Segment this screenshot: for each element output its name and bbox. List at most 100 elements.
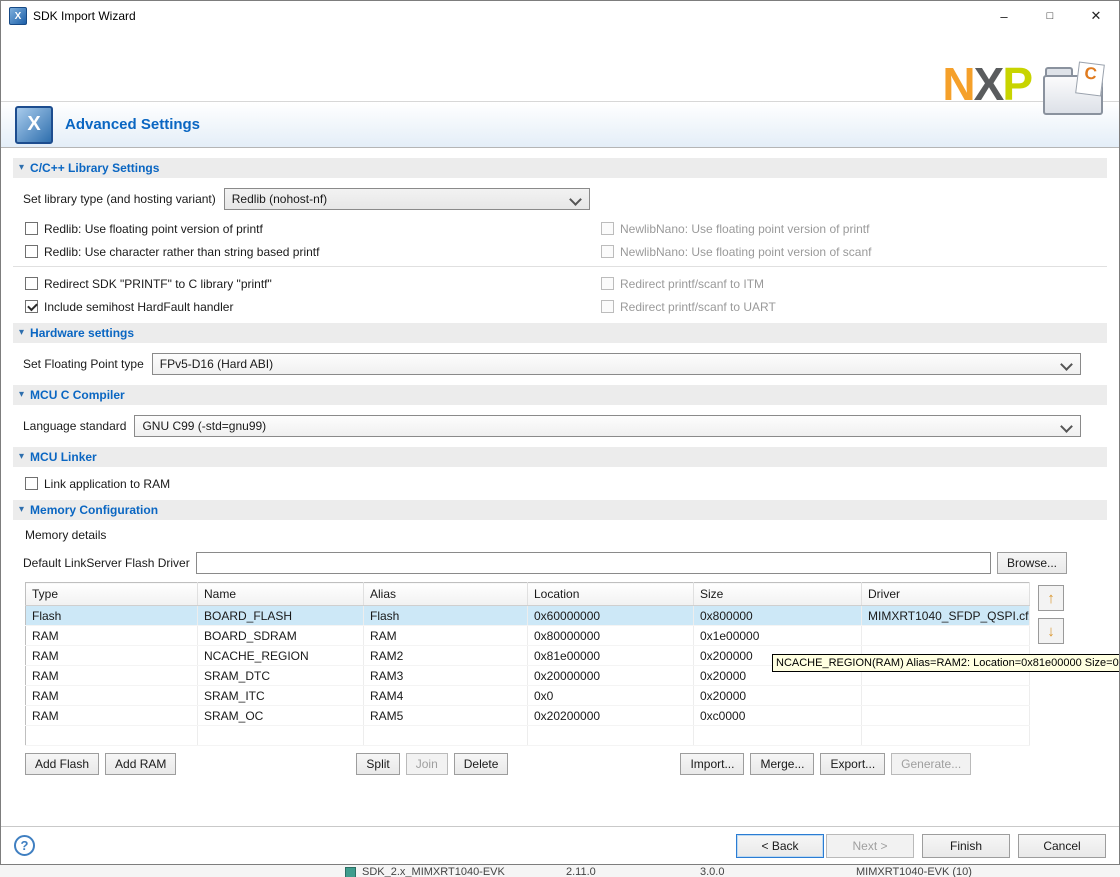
cell-location: 0x80000000: [528, 626, 694, 646]
fp-type-value: FPv5-D16 (Hard ABI): [160, 357, 273, 371]
browse-button[interactable]: Browse...: [997, 552, 1067, 574]
cell-driver: [862, 626, 1030, 646]
checkbox-redlib-char-printf[interactable]: Redlib: Use character rather than string…: [25, 243, 601, 260]
cell-type: Flash: [26, 606, 198, 626]
checkbox-semihost-hardfault[interactable]: Include semihost HardFault handler: [25, 298, 601, 315]
collapse-arrow-icon[interactable]: ▾: [19, 163, 24, 173]
cell-location: 0x60000000: [528, 606, 694, 626]
folder-page: C: [1075, 62, 1105, 97]
cancel-button[interactable]: Cancel: [1018, 834, 1106, 858]
flash-driver-label: Default LinkServer Flash Driver: [23, 556, 190, 570]
checkbox-box[interactable]: [601, 222, 614, 235]
language-standard-combo[interactable]: GNU C99 (-std=gnu99): [134, 415, 1081, 437]
help-button[interactable]: ?: [14, 835, 35, 856]
checkbox-redlib-float-printf[interactable]: Redlib: Use floating point version of pr…: [25, 220, 601, 237]
section-mcu-c-compiler[interactable]: ▾ MCU C Compiler: [13, 385, 1107, 405]
checkbox-box[interactable]: [25, 222, 38, 235]
checkbox-redirect-itm[interactable]: Redirect printf/scanf to ITM: [601, 275, 1107, 292]
cell-location: 0x20200000: [528, 706, 694, 726]
cell-name: SRAM_ITC: [198, 686, 364, 706]
nxp-letter-n: N: [942, 58, 973, 110]
table-row[interactable]: RAM SRAM_ITC RAM4 0x0 0x20000: [26, 686, 1030, 706]
merge-button[interactable]: Merge...: [750, 753, 814, 775]
cell-type: RAM: [26, 666, 198, 686]
move-up-button[interactable]: ↑: [1038, 585, 1064, 611]
col-header-alias[interactable]: Alias: [364, 583, 528, 606]
library-options-top: Redlib: Use floating point version of pr…: [25, 220, 1107, 260]
maximize-icon: □: [1047, 10, 1054, 22]
col-header-size[interactable]: Size: [694, 583, 862, 606]
collapse-arrow-icon[interactable]: ▾: [19, 505, 24, 515]
split-button[interactable]: Split: [356, 753, 399, 775]
titlebar: X SDK Import Wizard – □ ✕: [1, 1, 1119, 31]
checkbox-box[interactable]: [601, 277, 614, 290]
collapse-arrow-icon[interactable]: ▾: [19, 328, 24, 338]
section-library-settings[interactable]: ▾ C/C++ Library Settings: [13, 158, 1107, 178]
collapse-arrow-icon[interactable]: ▾: [19, 390, 24, 400]
app-x-logo-icon: X: [9, 7, 27, 25]
back-button[interactable]: < Back: [736, 834, 824, 858]
checkbox-redirect-uart[interactable]: Redirect printf/scanf to UART: [601, 298, 1107, 315]
col-header-location[interactable]: Location: [528, 583, 694, 606]
col-header-type[interactable]: Type: [26, 583, 198, 606]
section-mcu-linker[interactable]: ▾ MCU Linker: [13, 447, 1107, 467]
wizard-footer: ? < Back Next > Finish Cancel: [1, 826, 1119, 864]
collapse-arrow-icon[interactable]: ▾: [19, 452, 24, 462]
generate-button[interactable]: Generate...: [891, 753, 971, 775]
export-button[interactable]: Export...: [820, 753, 885, 775]
cell-name: SRAM_OC: [198, 706, 364, 726]
add-ram-button[interactable]: Add RAM: [105, 753, 176, 775]
section-hardware-settings[interactable]: ▾ Hardware settings: [13, 323, 1107, 343]
delete-button[interactable]: Delete: [454, 753, 509, 775]
maximize-button[interactable]: □: [1027, 1, 1073, 31]
checkbox-box[interactable]: [601, 300, 614, 313]
checkbox-box[interactable]: [25, 245, 38, 258]
checkbox-box[interactable]: [601, 245, 614, 258]
screen: X SDK Import Wizard – □ ✕ NXP C X Advanc…: [0, 0, 1120, 876]
table-row[interactable]: RAM BOARD_SDRAM RAM 0x80000000 0x1e00000: [26, 626, 1030, 646]
cell-alias: RAM3: [364, 666, 528, 686]
logo-area: NXP C: [1, 31, 1119, 101]
checkbox-box[interactable]: [25, 477, 38, 490]
checkbox-label: Include semihost HardFault handler: [44, 300, 233, 314]
checkbox-label: Redlib: Use floating point version of pr…: [44, 222, 263, 236]
checkbox-link-app-to-ram[interactable]: Link application to RAM: [25, 475, 601, 492]
checkbox-box[interactable]: [25, 300, 38, 313]
add-flash-button[interactable]: Add Flash: [25, 753, 99, 775]
cell-driver: MIMXRT1040_SFDP_QSPI.cfx: [862, 606, 1030, 626]
col-header-name[interactable]: Name: [198, 583, 364, 606]
import-button[interactable]: Import...: [680, 753, 744, 775]
table-header-row: Type Name Alias Location Size Driver: [26, 583, 1030, 606]
close-button[interactable]: ✕: [1073, 1, 1119, 31]
cell-alias: RAM4: [364, 686, 528, 706]
table-row[interactable]: Flash BOARD_FLASH Flash 0x60000000 0x800…: [26, 606, 1030, 626]
flash-driver-input[interactable]: [196, 552, 991, 574]
minimize-button[interactable]: –: [981, 1, 1027, 31]
checkbox-redirect-sdk-printf[interactable]: Redirect SDK "PRINTF" to C library "prin…: [25, 275, 601, 292]
section-memory-configuration[interactable]: ▾ Memory Configuration: [13, 500, 1107, 520]
fp-type-label: Set Floating Point type: [23, 357, 144, 371]
checkbox-box[interactable]: [25, 277, 38, 290]
library-type-combo[interactable]: Redlib (nohost-nf): [224, 188, 590, 210]
checkbox-label: Link application to RAM: [44, 477, 170, 491]
finish-button[interactable]: Finish: [922, 834, 1010, 858]
section-title: MCU C Compiler: [30, 388, 125, 402]
language-standard-value: GNU C99 (-std=gnu99): [142, 419, 266, 433]
checkbox-newlibnano-float-printf[interactable]: NewlibNano: Use floating point version o…: [601, 220, 1107, 237]
next-button[interactable]: Next >: [826, 834, 914, 858]
checkbox-newlibnano-float-scanf[interactable]: NewlibNano: Use floating point version o…: [601, 243, 1107, 260]
move-down-button[interactable]: ↓: [1038, 618, 1064, 644]
cell-type: RAM: [26, 626, 198, 646]
cell-location: 0x0: [528, 686, 694, 706]
fp-type-combo[interactable]: FPv5-D16 (Hard ABI): [152, 353, 1081, 375]
join-button[interactable]: Join: [406, 753, 448, 775]
col-header-driver[interactable]: Driver: [862, 583, 1030, 606]
sdk-folder-icon: C: [1043, 67, 1105, 115]
cell-type: RAM: [26, 686, 198, 706]
background-text-fragment: 3.0.0: [700, 866, 724, 877]
arrow-down-icon: ↓: [1047, 623, 1055, 640]
cell-size: 0x1e00000: [694, 626, 862, 646]
table-row[interactable]: RAM SRAM_OC RAM5 0x20200000 0xc0000: [26, 706, 1030, 726]
cell-size: 0xc0000: [694, 706, 862, 726]
cell-type: RAM: [26, 706, 198, 726]
